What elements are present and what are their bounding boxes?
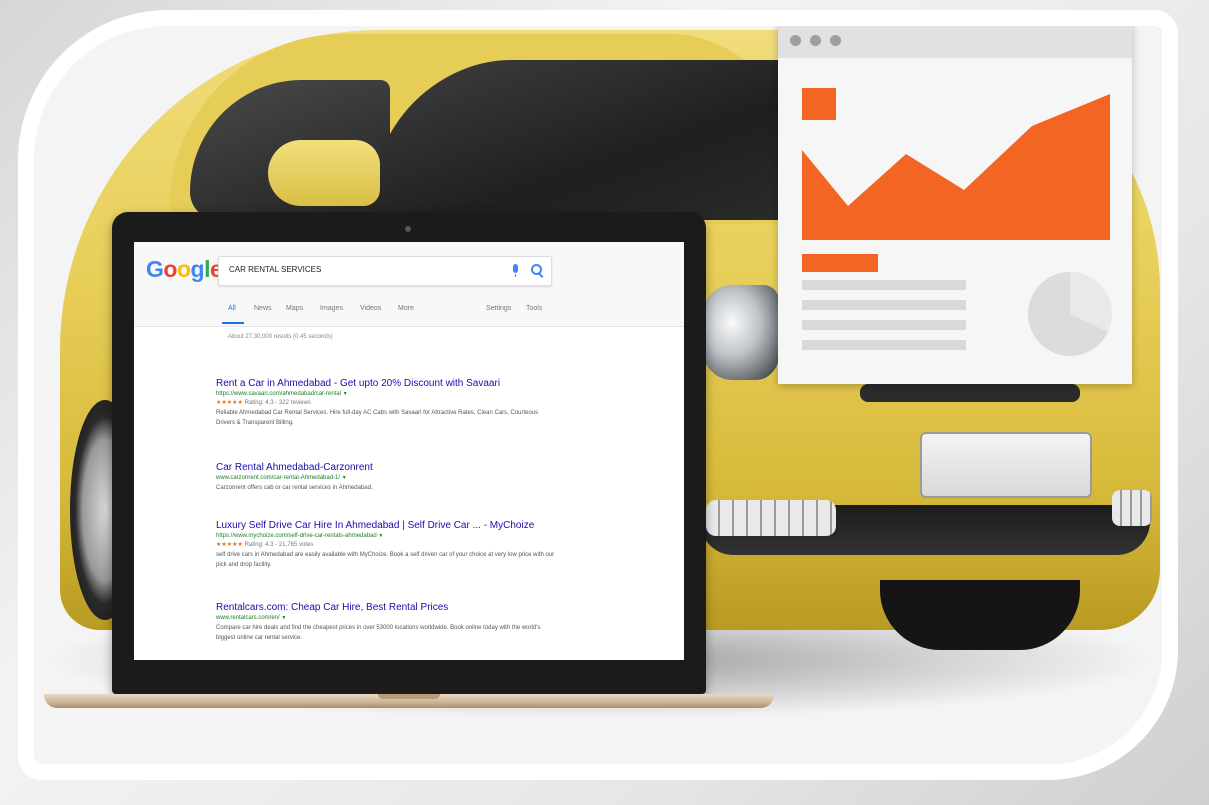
hero-illustration: Google CAR RENTAL SERVICES All News Maps… — [0, 0, 1209, 805]
rounded-frame — [18, 10, 1178, 780]
